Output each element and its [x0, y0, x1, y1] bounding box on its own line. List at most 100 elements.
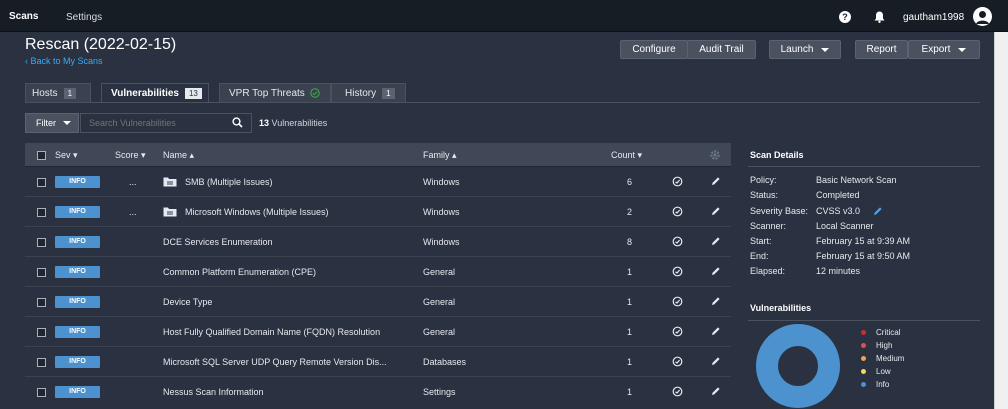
family-cell: Databases — [423, 357, 467, 367]
launch-button[interactable]: Launch — [769, 40, 841, 59]
count-cell: 1 — [627, 267, 633, 277]
tab-history[interactable]: History 1 — [331, 83, 406, 103]
tab-history-count: 1 — [382, 87, 395, 99]
table-row[interactable]: INFO DCE Services Enumeration Windows 8 — [25, 227, 731, 257]
family-cell: General — [423, 267, 456, 277]
snooze-icon[interactable] — [672, 296, 683, 307]
pencil-icon[interactable] — [711, 176, 721, 186]
row-checkbox[interactable] — [37, 328, 46, 337]
severity-badge: INFO — [55, 326, 100, 338]
sort-asc-icon: ▴ — [452, 150, 457, 160]
row-checkbox[interactable] — [37, 208, 46, 217]
help-icon[interactable]: ? — [839, 11, 851, 23]
start-value: February 15 at 9:39 AM — [816, 236, 911, 246]
count-cell: 1 — [627, 387, 633, 397]
severity-badge: INFO — [55, 296, 100, 308]
row-checkbox[interactable] — [37, 268, 46, 277]
count-column-header[interactable]: Count ▾ — [611, 150, 642, 161]
severity-base-label: Severity Base: — [750, 206, 809, 216]
tab-vpr-top-threats[interactable]: VPR Top Threats — [219, 83, 331, 103]
tab-vulnerabilities[interactable]: Vulnerabilities 13 — [101, 83, 209, 103]
folder-icon — [163, 207, 177, 217]
table-row[interactable]: INFO Host Fully Qualified Domain Name (F… — [25, 317, 731, 347]
row-checkbox[interactable] — [37, 358, 46, 367]
pencil-icon[interactable] — [711, 386, 721, 396]
low-dot — [861, 369, 866, 374]
vulnerability-count-label: Vulnerabilities — [271, 118, 328, 128]
table-header: Sev ▾ Score ▾ Name ▴ Family ▴ Count ▾ — [25, 143, 731, 167]
configure-button[interactable]: Configure — [620, 40, 688, 59]
tab-vulnerabilities-count: 13 — [184, 87, 202, 99]
name-cell: Host Fully Qualified Domain Name (FQDN) … — [163, 327, 381, 337]
name-cell: DCE Services Enumeration — [163, 237, 273, 247]
scrollbar[interactable] — [994, 32, 1008, 409]
username[interactable]: gautham1998 — [903, 12, 964, 23]
nav-settings[interactable]: Settings — [66, 12, 102, 23]
pencil-icon[interactable] — [711, 206, 721, 216]
table-row[interactable]: INFO Common Platform Enumeration (CPE) G… — [25, 257, 731, 287]
table-row[interactable]: INFO ... SMB (Multiple Issues) Windows 6 — [25, 167, 731, 197]
sort-desc-icon: ▾ — [73, 150, 78, 160]
severity-badge: INFO — [55, 386, 100, 398]
audit-trail-button[interactable]: Audit Trail — [687, 40, 756, 59]
row-checkbox[interactable] — [37, 298, 46, 307]
high-dot — [861, 343, 866, 348]
severity-badge: INFO — [55, 206, 100, 218]
snooze-icon[interactable] — [672, 386, 683, 397]
count-cell: 1 — [627, 357, 633, 367]
row-checkbox[interactable] — [37, 388, 46, 397]
vulnerabilities-donut-chart[interactable] — [752, 324, 844, 409]
tab-hosts[interactable]: Hosts 1 — [25, 83, 91, 103]
snooze-icon[interactable] — [672, 356, 683, 367]
bell-icon[interactable] — [874, 11, 885, 23]
row-checkbox[interactable] — [37, 178, 46, 187]
launch-label: Launch — [780, 44, 814, 55]
row-checkbox[interactable] — [37, 238, 46, 247]
elapsed-label: Elapsed: — [750, 266, 786, 276]
family-cell: General — [423, 297, 456, 307]
report-button[interactable]: Report — [855, 40, 908, 59]
tab-hosts-count: 1 — [63, 87, 77, 99]
snooze-icon[interactable] — [672, 326, 683, 337]
sev-column-header[interactable]: Sev ▾ — [55, 150, 78, 161]
policy-label: Policy: — [750, 175, 777, 185]
score-column-header[interactable]: Score ▾ — [115, 150, 146, 161]
table-row[interactable]: INFO Device Type General 1 — [25, 287, 731, 317]
family-column-header[interactable]: Family ▴ — [423, 150, 457, 161]
scanner-value: Local Scanner — [816, 221, 874, 231]
table-row[interactable]: INFO Microsoft SQL Server UDP Query Remo… — [25, 347, 731, 377]
caret-down-icon — [958, 47, 967, 52]
snooze-icon[interactable] — [672, 206, 683, 217]
export-button[interactable]: Export — [908, 40, 980, 59]
top-bar: Scans Settings ? gautham1998 — [0, 0, 1008, 32]
pencil-icon[interactable] — [711, 266, 721, 276]
pencil-icon[interactable] — [711, 236, 721, 246]
snooze-icon[interactable] — [672, 266, 683, 277]
pencil-icon[interactable] — [711, 326, 721, 336]
export-label: Export — [921, 44, 951, 55]
pencil-icon[interactable] — [711, 356, 721, 366]
filter-label: Filter — [36, 118, 56, 128]
name-column-header[interactable]: Name ▴ — [163, 150, 194, 161]
table-row[interactable]: INFO ... Microsoft Windows (Multiple Iss… — [25, 197, 731, 227]
family-cell: Windows — [423, 237, 460, 247]
filter-dropdown[interactable]: Filter — [25, 113, 79, 133]
back-link[interactable]: ‹ Back to My Scans — [25, 56, 103, 66]
snooze-icon[interactable] — [672, 176, 683, 187]
search-icon[interactable] — [232, 117, 243, 128]
medium-dot — [861, 356, 866, 361]
snooze-icon[interactable] — [672, 236, 683, 247]
select-all-checkbox[interactable] — [37, 151, 46, 160]
nav-scans[interactable]: Scans — [9, 11, 38, 22]
elapsed-value: 12 minutes — [816, 266, 861, 276]
pencil-icon[interactable] — [873, 206, 883, 216]
pencil-icon[interactable] — [711, 296, 721, 306]
gear-icon[interactable] — [709, 149, 721, 161]
donut-info-segment[interactable] — [756, 324, 840, 408]
table-row[interactable]: INFO Nessus Scan Information Settings 1 — [25, 377, 731, 407]
name-cell: Device Type — [163, 297, 213, 307]
search-input[interactable] — [80, 113, 252, 133]
score-cell: ... — [129, 207, 137, 217]
avatar-icon[interactable] — [973, 7, 992, 26]
name-header-label: Name — [163, 150, 188, 160]
